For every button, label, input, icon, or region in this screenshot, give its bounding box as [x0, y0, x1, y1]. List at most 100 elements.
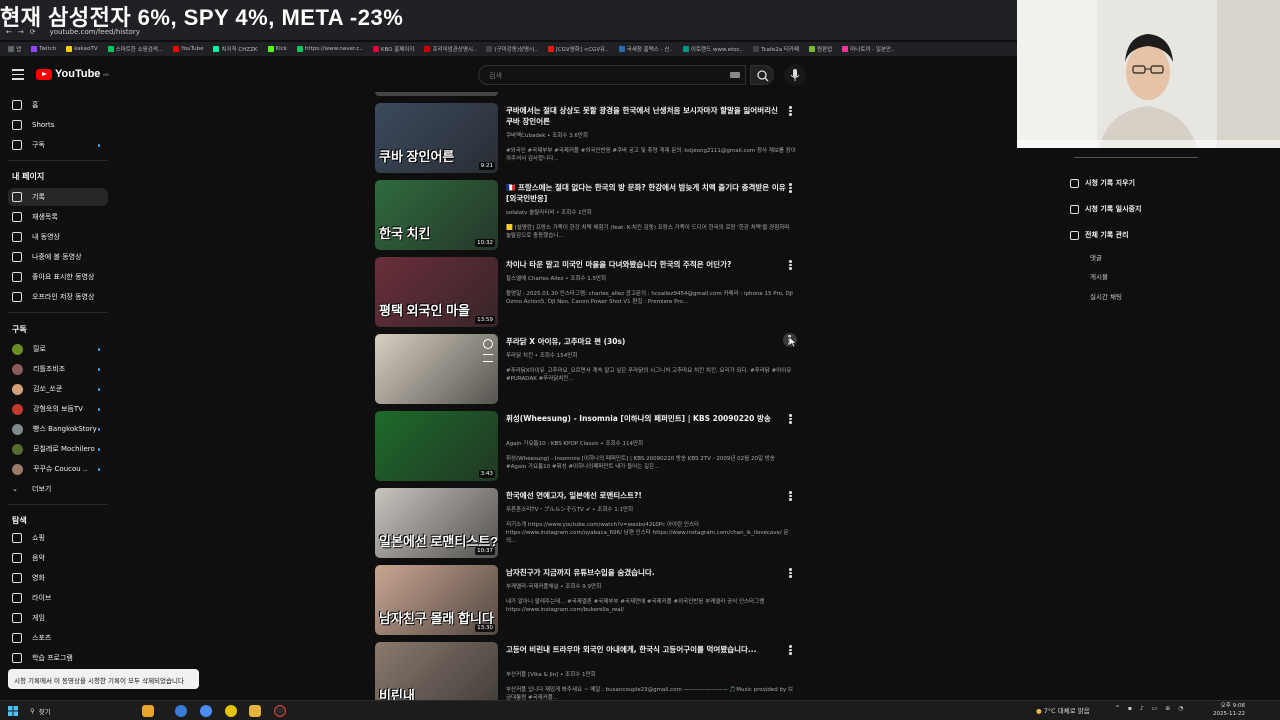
- sidebar-item[interactable]: 모칠레로 Mochilero: [8, 440, 108, 458]
- channel-name[interactable]: solalatv 솔랄라티비: [506, 210, 555, 216]
- sidebar-item[interactable]: 구독: [8, 136, 108, 154]
- channel-name[interactable]: 부산커플 [Vika & Jin]: [506, 672, 558, 678]
- channel-name[interactable]: 찰스엘에 Charles Allez: [506, 276, 564, 282]
- video-thumbnail[interactable]: 쿠바 장인어른 9:21: [375, 103, 498, 173]
- history-type-link[interactable]: 게시물: [1090, 271, 1108, 281]
- subscriptions-heading[interactable]: 구독: [12, 324, 27, 335]
- sidebar-item[interactable]: 재생목록: [8, 208, 108, 226]
- bookmark-item[interactable]: 스마트한 쇼핑검색,..: [107, 45, 163, 53]
- video-item[interactable]: 남자친구 몰래 합니다 13:30 남자친구가 지금까지 유튜브수입을 숨겼습니다.…: [375, 565, 805, 635]
- sidebar-item[interactable]: 스포츠: [8, 629, 108, 647]
- sidebar-item[interactable]: 기록: [8, 188, 108, 206]
- edge-icon[interactable]: [175, 705, 187, 717]
- sidebar-item[interactable]: 빵스 BangkokStory: [8, 420, 108, 438]
- address-bar[interactable]: ← → ⟳ youtube.com/feed/history: [0, 24, 1020, 40]
- bookmark-item[interactable]: 치지직 CHZZK: [213, 45, 258, 53]
- bookmark-item[interactable]: Kick: [267, 46, 287, 52]
- windows-start-icon[interactable]: [8, 706, 18, 718]
- video-title[interactable]: 쿠바에서는 절대 상상도 못할 광경을 한국에서 난생처음 보시자마자 할말을 …: [506, 105, 786, 127]
- video-thumbnail[interactable]: 남자친구 몰래 합니다 13:30: [375, 565, 498, 635]
- more-options-icon[interactable]: [789, 491, 793, 501]
- mic-button[interactable]: [784, 64, 806, 86]
- sidebar-item[interactable]: 내 동영상: [8, 228, 108, 246]
- bookmark-item[interactable]: 원판업: [809, 45, 832, 53]
- channel-name[interactable]: 부케엘라-국제커플채널: [506, 584, 559, 590]
- more-options-icon[interactable]: [789, 106, 793, 116]
- sidebar-item[interactable]: 나중에 볼 동영상: [8, 248, 108, 266]
- video-thumbnail[interactable]: 일본에선 로맨티스트?! 10:37: [375, 488, 498, 558]
- bookmark-item[interactable]: https://www.naver.c..: [296, 46, 363, 52]
- watch-later-icon[interactable]: [483, 339, 493, 349]
- url-text[interactable]: youtube.com/feed/history: [50, 28, 140, 36]
- sidebar-item[interactable]: 라이브: [8, 589, 108, 607]
- video-thumbnail[interactable]: 3:43: [375, 411, 498, 481]
- bookmark-item[interactable]: 국세청 홈택스 - 신..: [618, 45, 673, 53]
- menu-icon[interactable]: [12, 69, 24, 80]
- history-search-input[interactable]: [1074, 140, 1198, 158]
- weather-widget[interactable]: ● 7°C 대체로 맑음: [1036, 705, 1090, 715]
- more-options-icon[interactable]: [789, 260, 793, 270]
- channel-name[interactable]: Again 가요톱10 : KBS KPOP Classic: [506, 441, 599, 447]
- channel-name[interactable]: 푸라닭 치킨: [506, 353, 533, 359]
- search-input[interactable]: 검색: [478, 65, 746, 85]
- obs-icon[interactable]: [274, 705, 286, 717]
- sidebar-item[interactable]: 게임: [8, 609, 108, 627]
- video-title[interactable]: 차이나 타운 말고 미국인 마을을 다녀와봤습니다 한국의 주적은 어딘가?: [506, 259, 786, 270]
- channel-name[interactable]: 푸른혼소리TV・ブルルンそらTV: [506, 507, 584, 513]
- bookmark-item[interactable]: 이토랜드 www.etoc..: [682, 45, 743, 53]
- video-item[interactable]: 한국 치킨 10:32 🇫🇷 프랑스에는 절대 없다는 한국의 방 문화? 한강에서…: [375, 180, 805, 250]
- sidebar-item[interactable]: 학습 프로그램: [8, 649, 108, 667]
- more-options-icon[interactable]: [789, 183, 793, 193]
- history-action-button[interactable]: 시청 기록 지우기: [1070, 178, 1135, 188]
- add-to-queue-icon[interactable]: [483, 354, 493, 362]
- youtube-logo[interactable]: YouTube KR: [36, 68, 109, 80]
- video-item[interactable]: 3:43 휘성(Wheesung) - Insomnia [이하나의 페퍼민트] …: [375, 411, 805, 481]
- bookmark-item[interactable]: KBO 홈페이지: [372, 45, 414, 53]
- bookmark-item[interactable]: 마나토끼 - 일본만..: [842, 45, 895, 53]
- app-icon-yellow[interactable]: [225, 705, 237, 717]
- video-item[interactable]: 일본에선 로맨티스트?! 10:37 한국에선 연예고자, 일본에선 로맨티스트?!…: [375, 488, 805, 558]
- taskbar-clock[interactable]: 오후 9:08 2025-11-22: [1213, 702, 1245, 718]
- channel-name[interactable]: 쿠바맥Cubadek: [506, 133, 545, 139]
- more-options-icon[interactable]: [789, 414, 793, 424]
- bookmark-item[interactable]: [CGV영화] <CGV유..: [547, 45, 609, 53]
- sidebar-item[interactable]: 좋아요 표시한 동영상: [8, 268, 108, 286]
- bookmark-item[interactable]: Twitch: [31, 46, 56, 52]
- video-thumbnail[interactable]: 평택 외국인 마을 13:59: [375, 257, 498, 327]
- file-explorer-icon[interactable]: [249, 705, 261, 717]
- sidebar-item[interactable]: 영화: [8, 569, 108, 587]
- copilot-icon[interactable]: [142, 705, 154, 717]
- history-action-button[interactable]: 시청 기록 일시중지: [1070, 204, 1141, 214]
- sidebar-item[interactable]: 쇼핑: [8, 529, 108, 547]
- video-title[interactable]: 🇫🇷 프랑스에는 절대 없다는 한국의 방 문화? 한강에서 밤늦게 치맥 즐기…: [506, 182, 786, 204]
- taskbar-search[interactable]: ⚲ 찾기: [30, 705, 140, 717]
- bookmark-item[interactable]: 앱: [8, 45, 21, 53]
- bookmark-item[interactable]: Tcafe2a 티카페: [753, 45, 799, 53]
- sidebar-item[interactable]: Shorts: [8, 116, 108, 134]
- sidebar-item[interactable]: 리틀조비조: [8, 360, 108, 378]
- chrome-icon[interactable]: [200, 705, 212, 717]
- sidebar-item[interactable]: 음악: [8, 549, 108, 567]
- show-more-button[interactable]: ⌄ 더보기: [8, 480, 108, 498]
- keyboard-icon[interactable]: [730, 72, 740, 78]
- bookmark-item[interactable]: YouTube: [173, 46, 203, 52]
- search-button[interactable]: [750, 65, 774, 85]
- video-title[interactable]: 한국에선 연예고자, 일본에선 로맨티스트?!: [506, 490, 786, 501]
- system-tray-icons[interactable]: ^ ▪ ♪ ▭ ⊕ ◔: [1115, 705, 1186, 712]
- sidebar-item[interactable]: 홈: [8, 96, 108, 114]
- you-section-heading[interactable]: 내 페이지: [12, 171, 44, 182]
- sidebar-item[interactable]: 릴로: [8, 340, 108, 358]
- bookmark-item[interactable]: 프리미엄관상명시..: [424, 45, 476, 53]
- sidebar-item[interactable]: 꾸꾸슈 Coucou ..: [8, 460, 108, 478]
- video-title[interactable]: 남자친구가 지금까지 유튜브수입을 숨겼습니다.: [506, 567, 786, 578]
- video-title[interactable]: 고등어 비린내 트라우마 외국인 아내에게, 한국식 고등어구이를 먹여봤습니다…: [506, 644, 786, 655]
- sidebar-item[interactable]: 김쏘_쏘쿤: [8, 380, 108, 398]
- video-item[interactable]: 푸라닭 X 아이유, 고추마요 편 (30s) 푸라닭 치킨 • 조회수 154만…: [375, 333, 805, 404]
- history-type-link[interactable]: 실시간 채팅: [1090, 291, 1122, 301]
- video-thumbnail[interactable]: [375, 334, 498, 404]
- more-options-icon[interactable]: [789, 568, 793, 578]
- history-type-link[interactable]: 댓글: [1090, 252, 1102, 262]
- history-action-button[interactable]: 전체 기록 관리: [1070, 230, 1129, 240]
- reload-icon[interactable]: ⟳: [30, 28, 36, 36]
- forward-icon[interactable]: →: [18, 28, 24, 36]
